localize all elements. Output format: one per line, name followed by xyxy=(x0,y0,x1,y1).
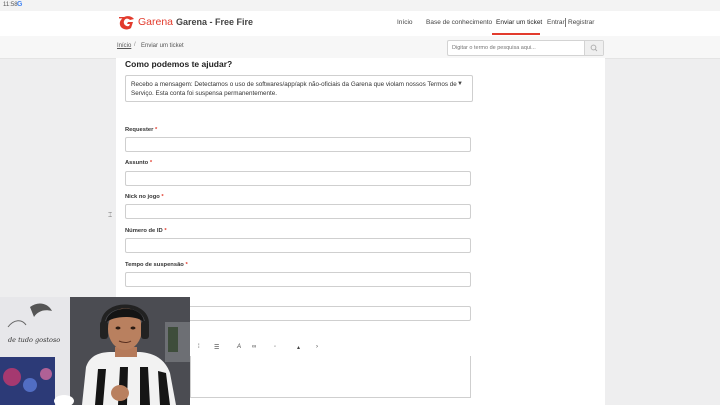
breadcrumb-current: Enviar um ticket xyxy=(141,43,184,49)
player-id-field[interactable] xyxy=(125,238,471,253)
expand-icon[interactable]: › xyxy=(316,344,318,350)
webcam-feed-image xyxy=(0,297,190,405)
code-icon[interactable]: ◦ xyxy=(274,344,276,350)
required-marker: * xyxy=(185,262,188,268)
nav-active-indicator xyxy=(492,33,540,35)
italic-icon[interactable]: A xyxy=(237,344,241,350)
subject-label: Assunto * xyxy=(125,160,153,166)
garena-logo-icon[interactable] xyxy=(118,14,136,32)
google-app-icon: G xyxy=(17,1,23,8)
suspension-time-label: Tempo de suspensão * xyxy=(125,262,188,268)
editor-toolbar: ⁞ ☰ A ∞ ◦ ▴ › xyxy=(190,342,470,356)
nickname-field[interactable] xyxy=(125,204,471,219)
nickname-label: Nick no jogo * xyxy=(125,194,164,200)
webcam-overlay: de tudo gostoso xyxy=(0,297,190,405)
nav-submit-ticket[interactable]: Enviar um ticket xyxy=(496,19,542,26)
chevron-down-icon: ▼ xyxy=(457,81,463,87)
product-name[interactable]: Garena - Free Fire xyxy=(176,17,253,27)
issue-type-select[interactable]: Recebo a mensagem: Detectamos o uso de s… xyxy=(125,75,473,102)
page-title: Como podemos te ajudar? xyxy=(125,59,233,69)
mouse-cursor-icon: ⌶ xyxy=(108,212,113,219)
required-marker: * xyxy=(154,127,158,133)
nav-home[interactable]: Início xyxy=(397,19,413,26)
breadcrumb-separator: / xyxy=(134,42,136,48)
list-icon[interactable]: ⁞ xyxy=(198,344,200,350)
brand-name[interactable]: Garena xyxy=(138,16,173,28)
login-link[interactable]: Entrar xyxy=(547,19,565,26)
search-button[interactable] xyxy=(584,41,603,55)
search-box[interactable] xyxy=(447,40,604,56)
suspension-time-field[interactable] xyxy=(125,272,471,287)
link-icon[interactable]: ∞ xyxy=(252,344,256,350)
status-bar: 11:58 G xyxy=(0,0,720,11)
breadcrumb-home[interactable]: Início xyxy=(117,43,131,49)
description-editor[interactable] xyxy=(190,356,471,398)
wall-handwriting: de tudo gostoso xyxy=(8,336,61,344)
required-marker: * xyxy=(161,194,164,200)
player-id-label: Número de ID * xyxy=(125,228,167,234)
search-input[interactable] xyxy=(452,43,582,52)
required-marker: * xyxy=(149,160,153,166)
status-time: 11:58 xyxy=(3,2,18,8)
issue-type-value: Recebo a mensagem: Detectamos o uso de s… xyxy=(131,81,457,97)
requester-label: Requester * xyxy=(125,127,158,133)
required-marker: * xyxy=(164,228,167,234)
register-link[interactable]: Registrar xyxy=(568,19,594,26)
top-navigation: Garena Garena - Free Fire Início Base de… xyxy=(0,11,720,36)
nav-knowledge-base[interactable]: Base de conhecimento xyxy=(426,19,492,26)
numbered-list-icon[interactable]: ☰ xyxy=(214,344,219,351)
subject-field[interactable] xyxy=(125,171,471,186)
requester-field[interactable] xyxy=(125,137,471,152)
breadcrumb: Início / Enviar um ticket xyxy=(0,36,720,59)
nav-divider xyxy=(565,18,566,27)
upload-icon[interactable]: ▴ xyxy=(297,344,300,351)
search-icon xyxy=(590,44,598,52)
